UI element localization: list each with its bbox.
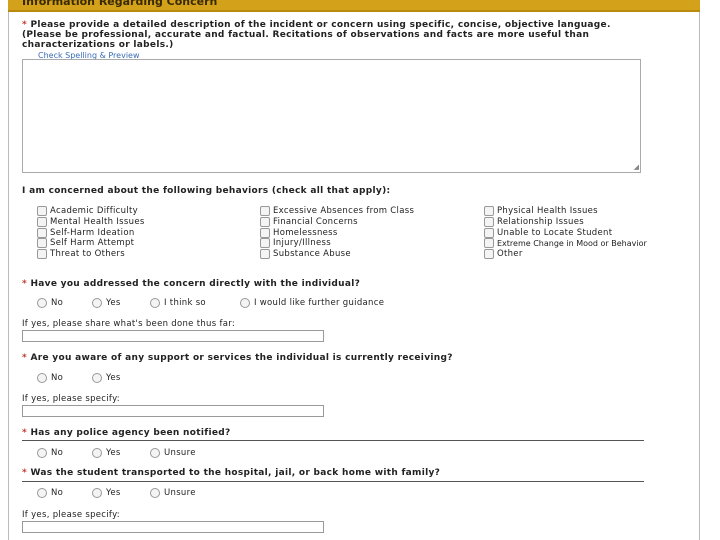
radio-addressed-no[interactable]: No — [37, 298, 63, 308]
question-police: * Has any police agency been notified? — [22, 428, 231, 438]
radio-support-no[interactable]: No — [37, 373, 63, 383]
radio-police-yes[interactable]: Yes — [92, 448, 121, 458]
radio-icon[interactable] — [37, 373, 47, 383]
behavior-checkbox[interactable]: Extreme Change in Mood or Behavior — [484, 238, 647, 248]
behavior-checkbox[interactable]: Financial Concerns — [260, 217, 358, 227]
section-header: Information Regarding Concern — [8, 0, 700, 12]
radio-addressed-think-so[interactable]: I think so — [150, 298, 206, 308]
behavior-checkbox[interactable]: Homelessness — [260, 228, 338, 238]
radio-icon[interactable] — [37, 298, 47, 308]
required-marker: * — [22, 20, 28, 30]
checkbox-icon[interactable] — [37, 238, 47, 248]
addressed-followup-label: If yes, please share what's been done th… — [22, 319, 236, 329]
behavior-checkbox[interactable]: Self-Harm Ideation — [37, 228, 135, 238]
radio-icon[interactable] — [92, 373, 102, 383]
question-support: * Are you aware of any support or servic… — [22, 353, 453, 363]
behavior-checkbox[interactable]: Physical Health Issues — [484, 206, 598, 216]
checkbox-icon[interactable] — [37, 249, 47, 259]
behavior-checkbox[interactable]: Unable to Locate Student — [484, 228, 612, 238]
radio-icon[interactable] — [92, 488, 102, 498]
addressed-followup-input[interactable] — [22, 330, 324, 342]
section-title: Information Regarding Concern — [22, 0, 218, 8]
checkbox-icon[interactable] — [260, 249, 270, 259]
resize-grip-icon[interactable]: ◢ — [634, 163, 639, 171]
behavior-checkbox[interactable]: Academic Difficulty — [37, 206, 138, 216]
radio-icon[interactable] — [92, 448, 102, 458]
checkbox-icon[interactable] — [484, 238, 494, 248]
question-addressed: * Have you addressed the concern directl… — [22, 279, 361, 289]
divider — [22, 440, 644, 441]
radio-support-yes[interactable]: Yes — [92, 373, 121, 383]
behavior-checkbox[interactable]: Threat to Others — [37, 249, 125, 259]
behavior-checkbox[interactable]: Substance Abuse — [260, 249, 351, 259]
divider — [22, 481, 644, 482]
radio-police-no[interactable]: No — [37, 448, 63, 458]
radio-icon[interactable] — [92, 298, 102, 308]
checkbox-icon[interactable] — [484, 217, 494, 227]
radio-icon[interactable] — [37, 488, 47, 498]
radio-icon[interactable] — [240, 298, 250, 308]
checkbox-icon[interactable] — [484, 249, 494, 259]
checkbox-icon[interactable] — [484, 228, 494, 238]
checkbox-icon[interactable] — [37, 206, 47, 216]
radio-addressed-guidance[interactable]: I would like further guidance — [240, 298, 384, 308]
transport-followup-label: If yes, please specify: — [22, 510, 120, 520]
radio-addressed-yes[interactable]: Yes — [92, 298, 121, 308]
description-prompt: * Please provide a detailed description … — [22, 20, 611, 50]
support-followup-label: If yes, please specify: — [22, 394, 120, 404]
radio-icon[interactable] — [150, 488, 160, 498]
support-followup-input[interactable] — [22, 405, 324, 417]
checkbox-icon[interactable] — [260, 217, 270, 227]
behaviors-label: I am concerned about the following behav… — [22, 186, 391, 196]
behavior-checkbox[interactable]: Self Harm Attempt — [37, 238, 134, 248]
checkbox-icon[interactable] — [260, 228, 270, 238]
radio-transport-yes[interactable]: Yes — [92, 488, 121, 498]
checkbox-icon[interactable] — [260, 206, 270, 216]
checkbox-icon[interactable] — [37, 217, 47, 227]
question-transport: * Was the student transported to the hos… — [22, 468, 441, 478]
behavior-checkbox[interactable]: Other — [484, 249, 523, 259]
behavior-checkbox[interactable]: Mental Health Issues — [37, 217, 145, 227]
checkbox-icon[interactable] — [484, 206, 494, 216]
behavior-checkbox[interactable]: Relationship Issues — [484, 217, 584, 227]
description-textarea[interactable]: ◢ — [22, 59, 641, 173]
transport-followup-input[interactable] — [22, 521, 324, 533]
radio-transport-unsure[interactable]: Unsure — [150, 488, 196, 498]
radio-icon[interactable] — [150, 298, 160, 308]
radio-transport-no[interactable]: No — [37, 488, 63, 498]
checkbox-icon[interactable] — [260, 238, 270, 248]
behavior-checkbox[interactable]: Excessive Absences from Class — [260, 206, 414, 216]
radio-icon[interactable] — [150, 448, 160, 458]
radio-police-unsure[interactable]: Unsure — [150, 448, 196, 458]
radio-icon[interactable] — [37, 448, 47, 458]
checkbox-icon[interactable] — [37, 228, 47, 238]
behavior-checkbox[interactable]: Injury/Illness — [260, 238, 331, 248]
